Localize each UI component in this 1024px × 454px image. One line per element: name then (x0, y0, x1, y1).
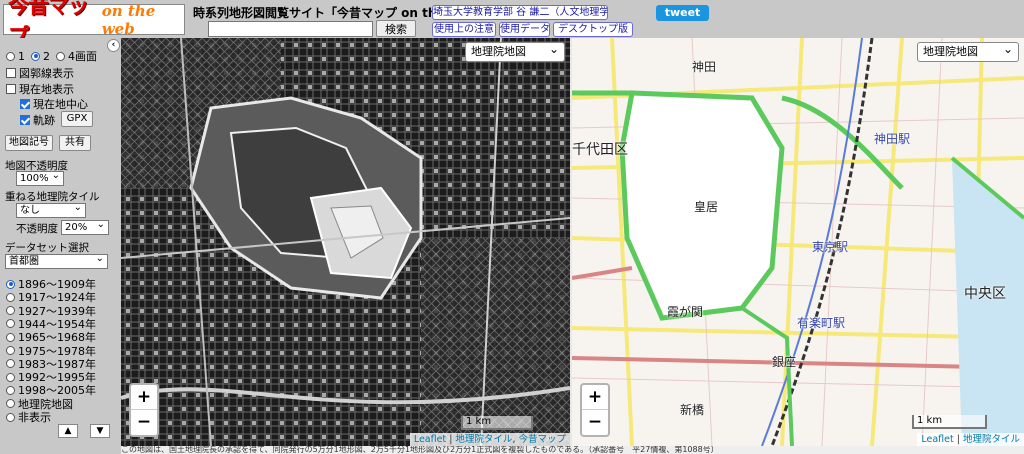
old-map-panel[interactable]: 地理院地図 + − 1 km Leaflet | 地理院タイル, 今昔マップ (121, 38, 570, 446)
dataset-select[interactable]: 首都圏 (5, 252, 108, 269)
label-kanda: 神田 (692, 60, 717, 74)
period-radio[interactable] (6, 399, 15, 409)
site-logo[interactable]: 今昔マップ on the web (3, 0, 185, 48)
period-radio[interactable] (6, 412, 15, 422)
dataset-label: データセット選択 (5, 242, 89, 254)
gpx-button[interactable]: GPX (61, 111, 93, 127)
left-attrib-tiles[interactable]: 地理院タイル (455, 434, 512, 445)
period-option[interactable]: 非表示 (6, 409, 51, 425)
sidebar: 1 2 4画面 ‹ 図郭線表示 現在地表示 現在地中心 軌跡 GPX 地図記号 … (0, 38, 121, 454)
period-radio[interactable] (6, 385, 15, 395)
label-tokyo-station: 東京駅 (812, 240, 849, 254)
center-current-toggle[interactable]: 現在地中心 (20, 96, 88, 112)
overlay-label: 重ねる地理院タイル (5, 191, 100, 203)
period-down-button[interactable]: ▼ (90, 424, 110, 438)
screen-mode-4-label: 4画面 (68, 50, 97, 63)
period-radio[interactable] (6, 319, 15, 329)
right-zoom-out-button[interactable]: − (582, 410, 608, 435)
chevron-left-icon: ‹ (111, 40, 116, 50)
right-attrib-tiles[interactable]: 地理院タイル (963, 434, 1020, 445)
search-button[interactable]: 検索 (376, 20, 416, 37)
label-kokyo: 皇居 (694, 200, 719, 214)
label-yurakucho-station: 有楽町駅 (797, 316, 846, 330)
map-symbols-button[interactable]: 地図記号 (5, 135, 53, 151)
left-zoom-control: + − (129, 383, 159, 437)
left-scale-bar: 1 km (461, 416, 533, 430)
right-layer-select[interactable]: 地理院地図 (917, 40, 1019, 62)
label-kasumigaseki: 霞が関 (667, 305, 704, 319)
grid-toggle[interactable]: 図郭線表示 (6, 65, 74, 81)
left-zoom-in-button[interactable]: + (131, 385, 157, 410)
screen-mode-2-label: 2 (43, 49, 50, 63)
current-location-label: 現在地表示 (19, 83, 74, 96)
modern-map-panel[interactable]: 千代田区 皇居 東京駅 霞が関 有楽町駅 銀座 新橋 中央区 神田 神田駅 地理… (572, 38, 1024, 446)
share-button[interactable]: 共有 (59, 135, 91, 151)
label-chuo: 中央区 (964, 286, 1006, 302)
overlay-opacity-select[interactable]: 20% (61, 218, 109, 235)
left-zoom-out-button[interactable]: − (131, 410, 157, 435)
right-zoom-control: + − (580, 383, 610, 437)
screen-mode-group: 1 2 4画面 (6, 48, 97, 64)
author-link[interactable]: 埼玉大学教育学部 谷 謙二（人文地理学研究室） (432, 5, 608, 20)
screen-mode-4-radio[interactable] (56, 51, 65, 61)
right-attrib-leaflet[interactable]: Leaflet (921, 434, 953, 445)
header: 今昔マップ on the web 時系列地形図閲覧サイト「今昔マップ on th… (0, 0, 1024, 48)
current-location-checkbox[interactable] (6, 84, 16, 94)
footer-note: この地図は、国土地理院長の承認を得て、同院発行の5万分1地形図、2万5千分1地形… (121, 446, 1024, 454)
left-layer-select[interactable]: 地理院地図 (465, 40, 565, 62)
period-radio[interactable] (6, 332, 15, 342)
data-used-link[interactable]: 使用データ (499, 22, 550, 37)
period-radio[interactable] (6, 359, 15, 369)
right-attribution: Leaflet | 地理院タイル (917, 433, 1024, 446)
logo-sub-text: on the web (101, 1, 156, 38)
period-radio[interactable] (6, 372, 15, 382)
label-kanda-station: 神田駅 (874, 132, 911, 146)
period-label: 非表示 (18, 411, 51, 424)
tweet-button[interactable]: tweet (656, 5, 709, 21)
track-checkbox[interactable] (20, 115, 30, 125)
grid-label: 図郭線表示 (19, 67, 74, 80)
left-attrib-konjaku[interactable]: 今昔マップ (518, 434, 566, 445)
center-current-checkbox[interactable] (20, 99, 30, 109)
right-zoom-in-button[interactable]: + (582, 385, 608, 410)
period-radio[interactable] (6, 279, 15, 289)
left-attribution: Leaflet | 地理院タイル, 今昔マップ (409, 433, 570, 446)
screen-mode-2-radio[interactable] (31, 51, 40, 61)
period-radio[interactable] (6, 346, 15, 355)
usage-notes-link[interactable]: 使用上の注意 (432, 22, 496, 37)
overlay-select[interactable]: なし (16, 201, 86, 218)
screen-mode-1-radio[interactable] (6, 51, 15, 61)
current-location-toggle[interactable]: 現在地表示 (6, 81, 74, 97)
grid-checkbox[interactable] (6, 68, 16, 78)
center-current-label: 現在地中心 (33, 98, 88, 111)
label-chiyoda: 千代田区 (572, 142, 628, 158)
opacity-select[interactable]: 100% (16, 169, 64, 186)
old-map-image (121, 38, 570, 446)
screen-mode-1-label: 1 (18, 49, 25, 63)
right-scale-bar: 1 km (912, 415, 987, 429)
left-attrib-leaflet[interactable]: Leaflet (414, 434, 446, 445)
period-up-button[interactable]: ▲ (58, 424, 78, 438)
label-shinbashi: 新橋 (680, 403, 705, 417)
collapse-sidebar-button[interactable]: ‹ (107, 39, 120, 52)
modern-map-image (572, 38, 1024, 446)
track-label: 軌跡 (33, 114, 55, 127)
desktop-version-link[interactable]: デスクトップ版 (553, 22, 633, 37)
overlay-opacity-label: 不透明度 (16, 223, 58, 235)
label-ginza: 銀座 (772, 355, 797, 369)
period-radio[interactable] (6, 292, 15, 302)
track-toggle[interactable]: 軌跡 (20, 112, 55, 128)
period-radio[interactable] (6, 306, 15, 316)
search-input[interactable] (208, 21, 373, 37)
